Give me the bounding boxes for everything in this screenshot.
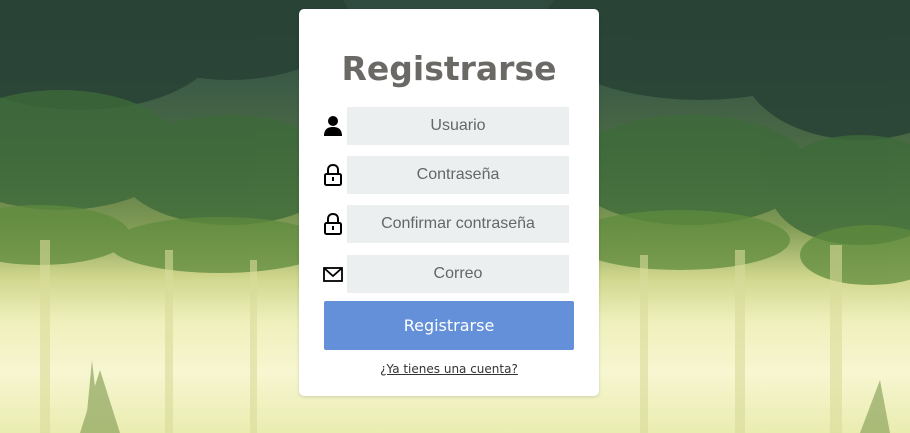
confirm-password-row [323, 205, 569, 243]
login-link[interactable]: ¿Ya tienes una cuenta? [299, 362, 599, 376]
page-title: Registrarse [341, 49, 557, 88]
password-row [323, 156, 569, 194]
user-icon [323, 115, 343, 137]
email-row [323, 255, 569, 293]
username-input[interactable] [347, 107, 569, 145]
email-input[interactable] [347, 255, 569, 293]
password-input[interactable] [347, 156, 569, 194]
register-card: Registrarse Usuario Correo Registrarse ¿… [299, 9, 599, 396]
username-row [323, 107, 569, 145]
register-button[interactable]: Registrarse [324, 301, 574, 350]
lock-icon [323, 163, 343, 186]
mail-icon [323, 263, 343, 285]
lock-icon [323, 212, 343, 235]
confirm-password-input[interactable] [347, 205, 569, 243]
